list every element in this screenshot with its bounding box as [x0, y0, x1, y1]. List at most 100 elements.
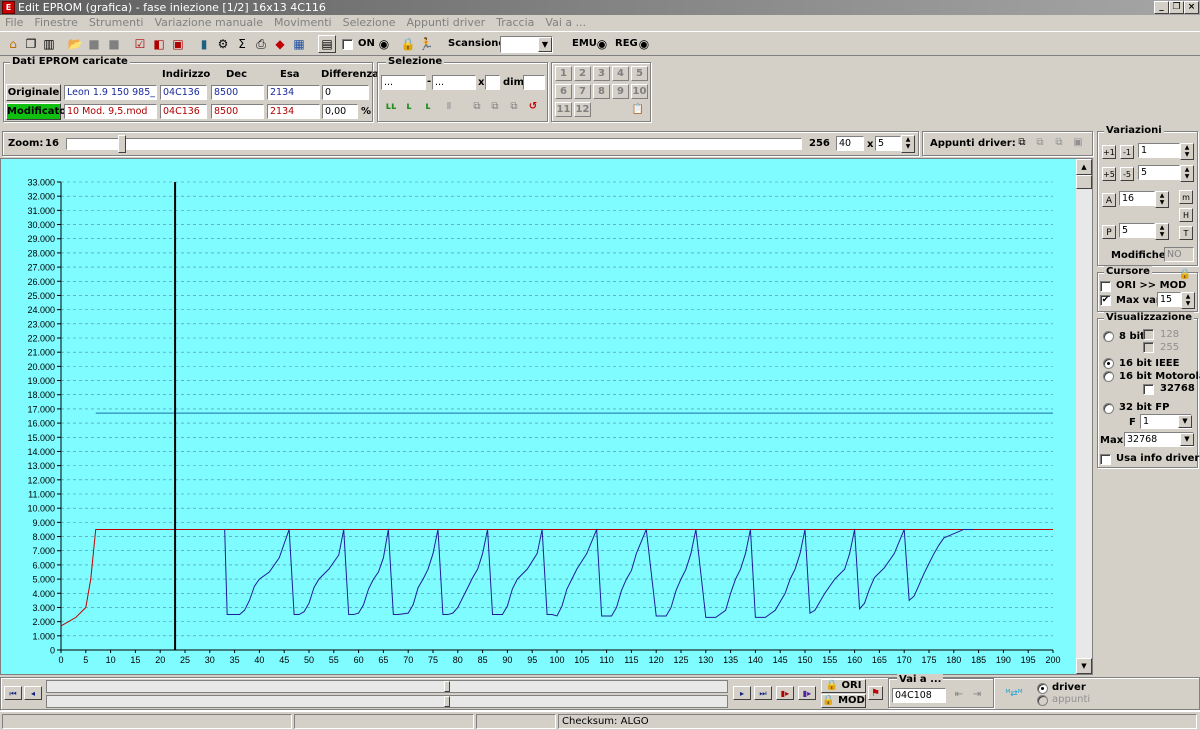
radio-8bit[interactable]	[1103, 331, 1114, 342]
menu-strumenti[interactable]: Strumenti	[89, 16, 144, 29]
tile-icon[interactable]: ▥	[41, 36, 57, 52]
num-button-6[interactable]: 6	[555, 84, 572, 99]
sel-paste-icon[interactable]: ⧉	[488, 100, 502, 114]
mod-diff-field[interactable]: 0,00	[322, 104, 358, 119]
hscroll-bottom[interactable]	[46, 695, 728, 708]
sel-from-field[interactable]: ...	[381, 75, 426, 90]
target-icon[interactable]: ◉	[376, 36, 392, 52]
max-var-spin[interactable]: ▲ ▼	[1181, 292, 1195, 309]
ori-step-icon[interactable]: ▮▸	[776, 686, 794, 700]
scan-dropdown-icon[interactable]: ▼	[538, 37, 552, 52]
sel-icon-3[interactable]: ʟ	[421, 100, 435, 114]
emu-icon[interactable]: ◉	[594, 36, 610, 52]
sel-move-icon[interactable]: ⧉	[507, 100, 521, 114]
close-icon[interactable]: ×	[1184, 1, 1199, 14]
zoom-field[interactable]: 40	[836, 136, 864, 151]
minus5-icon[interactable]: -5	[1120, 167, 1134, 181]
var-step2-spin[interactable]: ▲ ▼	[1180, 165, 1194, 182]
scroll-thumb[interactable]	[1076, 175, 1092, 189]
ori-button[interactable]: 🔒 ORI	[821, 679, 866, 693]
num-button-10[interactable]: 10	[631, 84, 648, 99]
plus1-icon[interactable]: +1	[1102, 145, 1116, 159]
num-button-7[interactable]: 7	[574, 84, 591, 99]
var-a-spin[interactable]: ▲ ▼	[1155, 191, 1169, 208]
zoom-slider-track[interactable]	[66, 138, 802, 150]
var-step1-field[interactable]: 1	[1138, 143, 1180, 158]
chk-32768[interactable]	[1143, 384, 1154, 395]
chart-vscrollbar[interactable]: ▲ ▼	[1076, 159, 1092, 674]
save-as-icon[interactable]: ■	[106, 36, 122, 52]
mod-file-field[interactable]: 10 Mod. 9,5.mod	[64, 104, 157, 119]
first-icon[interactable]: ⏮	[4, 686, 22, 700]
var-p-spin[interactable]: ▲ ▼	[1155, 223, 1169, 240]
radio-appunti[interactable]	[1037, 695, 1048, 706]
swap-icon[interactable]: ᴹ⇄ᴹ	[998, 687, 1030, 701]
num-button-1[interactable]: 1	[555, 66, 572, 81]
scroll-down-icon[interactable]: ▼	[1076, 658, 1092, 674]
usa-info-checkbox[interactable]	[1100, 454, 1111, 465]
appunti-clear-icon[interactable]: ▣	[1071, 136, 1085, 150]
a-icon[interactable]: A	[1102, 193, 1116, 207]
minus1-icon[interactable]: -1	[1120, 145, 1134, 159]
num-button-9[interactable]: 9	[612, 84, 629, 99]
vai-right-icon[interactable]: ⇥	[970, 688, 984, 702]
chart-pane[interactable]: 0 1.000 2.000 3.000 4.000 5.000 6.000 7.000 8.00…	[0, 158, 1093, 675]
originale-button[interactable]: Originale	[6, 84, 61, 101]
h-icon[interactable]: H	[1179, 208, 1193, 222]
m-icon[interactable]: m	[1179, 190, 1193, 204]
radio-driver[interactable]	[1037, 683, 1048, 694]
sel-to-field[interactable]: ...	[432, 75, 476, 90]
table-view-icon[interactable]: ▤	[318, 35, 336, 53]
num-button-2[interactable]: 2	[574, 66, 591, 81]
vai-field[interactable]: 04C108	[892, 688, 946, 703]
scroll-up-icon[interactable]: ▲	[1076, 159, 1092, 175]
graph-icon[interactable]: ▦	[291, 36, 307, 52]
orig-file-field[interactable]: Leon 1.9 150 985_170	[64, 85, 157, 100]
menu-file[interactable]: File	[5, 16, 23, 29]
reg-icon[interactable]: ◉	[636, 36, 652, 52]
hscroll-top[interactable]	[46, 680, 728, 693]
mod-button[interactable]: 🔒 MOD	[821, 694, 866, 708]
check-icon[interactable]: ☑	[132, 36, 148, 52]
var-a-field[interactable]: 16	[1119, 191, 1155, 206]
var-step2-field[interactable]: 5	[1138, 165, 1180, 180]
sel-dim-field[interactable]	[523, 75, 545, 90]
modificato-button[interactable]: Modificato	[6, 103, 66, 120]
mod-dec-field[interactable]: 8500	[211, 104, 264, 119]
sel-icon-2[interactable]: ʟ	[402, 100, 416, 114]
next-icon[interactable]: ▸	[733, 686, 751, 700]
flag-icon[interactable]: ⚑	[868, 686, 883, 700]
home-icon[interactable]: ⌂	[5, 36, 21, 52]
appunti-paste-icon[interactable]: ⧉	[1033, 136, 1047, 150]
radio-32bit-fp[interactable]	[1103, 403, 1114, 414]
max-dropdown-icon[interactable]: ▼	[1180, 433, 1194, 446]
num-button-11[interactable]: 11	[555, 102, 572, 117]
save-icon[interactable]: ■	[86, 36, 102, 52]
ori-mod-checkbox[interactable]	[1100, 281, 1111, 292]
colors-icon[interactable]: ◆	[272, 36, 288, 52]
runner-icon[interactable]: 🏃	[418, 36, 434, 52]
mod-addr-field[interactable]: 04C136	[160, 104, 207, 119]
zoom-factor-field[interactable]: 5	[875, 136, 901, 151]
calc-icon[interactable]: ▮	[196, 36, 212, 52]
compare-icon[interactable]: ◧	[151, 36, 167, 52]
var-p-field[interactable]: 5	[1119, 223, 1155, 238]
var-step1-spin[interactable]: ▲ ▼	[1180, 143, 1194, 160]
num-clipboard-icon[interactable]: 📋	[631, 103, 645, 117]
t-icon[interactable]: T	[1179, 226, 1193, 240]
restore-icon[interactable]: ❐	[1169, 1, 1184, 14]
vai-left-icon[interactable]: ⇤	[952, 688, 966, 702]
open-folder-icon[interactable]: 📂	[67, 36, 83, 52]
sel-x-field[interactable]	[485, 75, 500, 90]
menu-vai-a[interactable]: Vai a ...	[545, 16, 586, 29]
menu-variazione-manuale[interactable]: Variazione manuale	[154, 16, 263, 29]
windows-icon[interactable]: ❐	[23, 36, 39, 52]
zoom-factor-spin[interactable]: ▲ ▼	[901, 135, 915, 153]
hscroll-bottom-thumb[interactable]	[444, 696, 450, 707]
num-button-12[interactable]: 12	[574, 102, 591, 117]
orig-diff-field[interactable]: 0	[322, 85, 369, 100]
sel-icon-4[interactable]: Ⅱ	[442, 100, 456, 114]
max-var-checkbox[interactable]: ✔	[1100, 295, 1111, 306]
menu-selezione[interactable]: Selezione	[343, 16, 396, 29]
mod-esa-field[interactable]: 2134	[267, 104, 320, 119]
